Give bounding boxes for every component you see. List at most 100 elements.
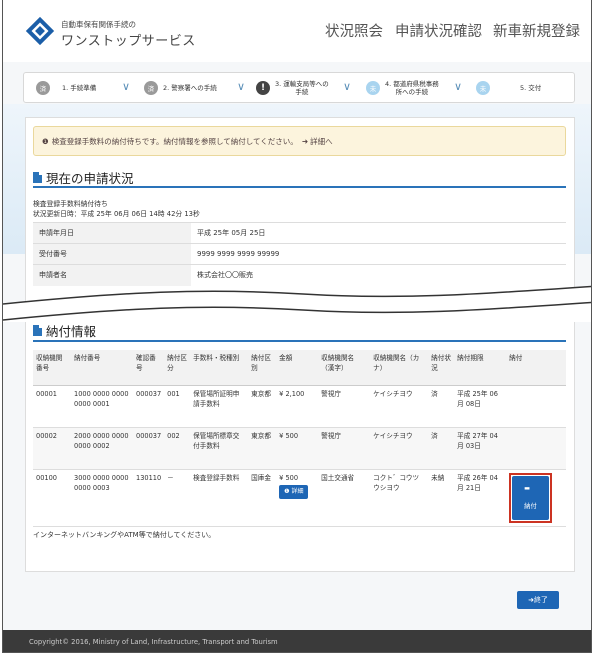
footer: Copyright© 2016, Ministry of Land, Infra… <box>3 630 591 652</box>
cell-pay: ▬ 納付 <box>506 469 566 527</box>
step-badge-todo: 未 <box>476 80 490 95</box>
step-label: 2. 警察署への手続 <box>163 83 217 92</box>
chevron-down-icon: ∨ <box>343 80 352 93</box>
amount-text: ¥ 500 <box>279 473 299 482</box>
section-divider <box>33 186 566 188</box>
cell: ¥ 2,100 <box>276 385 319 428</box>
status-text: 検査登録手数料納付待ち <box>33 200 108 208</box>
table-row: 申請年月日 平成 25年 05月 25日 <box>33 222 566 244</box>
table-row: 00002 2000 0000 0000 0000 0002 000037 00… <box>33 427 566 470</box>
step-badge-done: 済 <box>144 80 158 95</box>
step-badge-current: ! <box>256 80 270 95</box>
site-header: 自動車保有関係手続の ワンストップサービス 状況照会 申請状況確認 新車新規登録 <box>3 0 591 62</box>
row-label: 受付番号 <box>33 243 191 265</box>
cell: 東京都 <box>248 427 277 470</box>
col-header: 金額 <box>276 350 319 386</box>
cell: － <box>164 469 191 527</box>
pay-button[interactable]: ▬ 納付 <box>512 475 549 520</box>
section-title-payment: 納付情報 <box>33 321 96 340</box>
browser-frame: 自動車保有関係手続の ワンストップサービス 状況照会 申請状況確認 新車新規登録… <box>2 0 592 653</box>
table-row: 受付番号 9999 9999 9999 99999 <box>33 243 566 265</box>
row-value: 9999 9999 9999 99999 <box>191 243 566 265</box>
step-label: 4. 都道府県税事務 所への手続 <box>385 79 439 96</box>
alert-detail-link[interactable]: 詳細へ <box>310 136 333 147</box>
brand-title: ワンストップサービス <box>61 34 196 49</box>
step-2[interactable]: 済 2. 警察署への手続 <box>144 73 244 102</box>
end-button[interactable]: ➜ 終了 <box>517 591 559 609</box>
cell: ケイシチヨウ <box>370 385 429 428</box>
step-label: 5. 交付 <box>520 83 542 92</box>
cell: ケイシチヨウ <box>370 427 429 470</box>
chevron-down-icon: ∨ <box>122 80 131 93</box>
col-header: 納付区分 <box>164 350 191 386</box>
cell: 000037 <box>133 427 165 470</box>
table-header-row: 収納機関番号 納付番号 確認番号 納付区分 手数料・税種別 納付区別 金額 収納… <box>33 350 566 386</box>
cell: 002 <box>164 427 191 470</box>
col-header: 収納機関名（カナ） <box>370 350 429 386</box>
document-icon <box>33 325 42 336</box>
cell: ¥ 500 <box>276 427 319 470</box>
cell: 平成 25年 06月 08日 <box>454 385 507 428</box>
cell: 警視庁 <box>318 427 371 470</box>
col-header: 納付状況 <box>428 350 455 386</box>
cell: 東京都 <box>248 385 277 428</box>
step-1[interactable]: 済 1. 手続準備 <box>36 73 134 102</box>
cell: 平成 26年 04月 21日 <box>454 469 507 527</box>
nav-status-inquiry[interactable]: 状況照会 <box>325 20 383 41</box>
section-divider <box>33 340 566 342</box>
brand-subtitle: 自動車保有関係手続の <box>61 20 136 29</box>
cell-amount: ¥ 500 ❶ 詳細 <box>276 469 319 527</box>
cell: 000037 <box>133 385 165 428</box>
row-value: 平成 25年 05月 25日 <box>191 222 566 244</box>
pay-label: 納付 <box>518 497 543 516</box>
cell: 130110 <box>133 469 165 527</box>
payment-table: 収納機関番号 納付番号 確認番号 納付区分 手数料・税種別 納付区別 金額 収納… <box>33 350 566 527</box>
cell: 3000 0000 0000 0000 0003 <box>71 469 133 527</box>
cell: 平成 27年 04月 03日 <box>454 427 507 470</box>
detail-label: 詳細 <box>291 487 304 495</box>
col-header: 納付期限 <box>454 350 507 386</box>
progress-steps: 済 1. 手続準備 ∨ 済 2. 警察署への手続 ∨ ! 3. 運輸支局等への … <box>23 72 575 103</box>
card-icon: ▬ <box>518 479 543 498</box>
row-value: 株式会社〇〇販売 <box>191 264 566 286</box>
chevron-down-icon: ∨ <box>454 80 463 93</box>
pay-button-highlight: ▬ 納付 <box>509 472 552 523</box>
step-4[interactable]: 未 4. 都道府県税事務 所への手続 <box>366 73 466 102</box>
cell: 済 <box>428 427 455 470</box>
payment-note: インターネットバンキングやATM等で納付してください。 <box>33 531 216 539</box>
nav-new-registration[interactable]: 新車新規登録 <box>493 20 580 41</box>
cell: 保管場所証明申請手数料 <box>190 385 249 428</box>
updated-time: 状況更新日時：平成 25年 06月 06日 14時 42分 13秒 <box>33 210 200 218</box>
cell: 00002 <box>33 427 71 470</box>
cell: 保管場所標章交付手数料 <box>190 427 249 470</box>
col-header: 納付 <box>506 350 566 386</box>
col-header: 収納機関番号 <box>33 350 71 386</box>
nav-application-status[interactable]: 申請状況確認 <box>395 20 482 41</box>
arrow-down-icon: ➜ <box>301 136 309 146</box>
step-3[interactable]: ! 3. 運輸支局等への 手続 <box>256 73 356 102</box>
col-header: 納付番号 <box>71 350 133 386</box>
col-header: 確認番号 <box>133 350 165 386</box>
step-label: 1. 手続準備 <box>62 83 97 92</box>
cell: 2000 0000 0000 0000 0002 <box>71 427 133 470</box>
cell: 00100 <box>33 469 71 527</box>
section-title-status: 現在の申請状況 <box>33 168 134 187</box>
alert-text: 検査登録手数料の納付待ちです。納付情報を参照して納付してください。 <box>51 136 298 146</box>
logo-icon <box>25 16 55 46</box>
cell: 001 <box>164 385 191 428</box>
cell: コクト゛コウツウシヨウ <box>370 469 429 527</box>
cell <box>506 427 566 470</box>
step-5[interactable]: 未 5. 交付 <box>476 73 576 102</box>
table-row: 00001 1000 0000 0000 0000 0001 000037 00… <box>33 385 566 428</box>
alert-banner: ❶ 検査登録手数料の納付待ちです。納付情報を参照して納付してください。 ➜ 詳細… <box>33 126 566 156</box>
detail-button[interactable]: ❶ 詳細 <box>279 484 309 499</box>
cell: 警視庁 <box>318 385 371 428</box>
cell: 00001 <box>33 385 71 428</box>
cell: 国土交通省 <box>318 469 371 527</box>
end-label: 終了 <box>533 596 548 604</box>
step-badge-todo: 未 <box>366 80 380 95</box>
info-icon: ❶ <box>42 136 49 146</box>
table-row: 00100 3000 0000 0000 0000 0003 130110 － … <box>33 469 566 527</box>
col-header: 納付区別 <box>248 350 277 386</box>
cell <box>506 385 566 428</box>
